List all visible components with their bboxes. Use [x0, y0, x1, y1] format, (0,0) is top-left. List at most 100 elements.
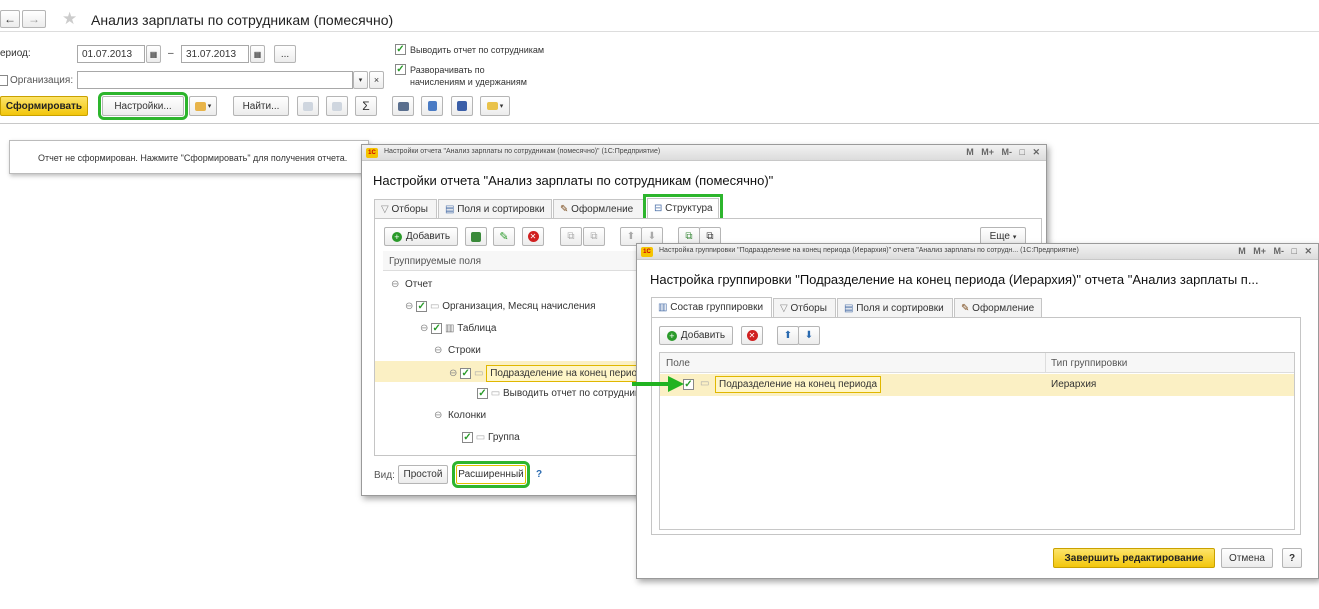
window-btn-m[interactable]: M [966, 147, 974, 157]
simple-view-button[interactable]: Простой [398, 465, 448, 484]
delete-button[interactable]: ✕ [522, 227, 544, 246]
tree-checkbox[interactable]: ✓ [431, 323, 443, 334]
window-btn-mplus[interactable]: M+ [981, 147, 994, 157]
grouping-icon: ▭ [475, 432, 486, 443]
grouping-move-down-button[interactable]: ⬇ [798, 326, 820, 345]
tab-fields-sorting[interactable]: ▤ Поля и сортировки [438, 199, 552, 218]
grouping-add-button[interactable]: + Добавить [659, 326, 733, 345]
maximize-icon[interactable]: □ [1292, 246, 1297, 256]
calendar-from-icon[interactable]: ▦ [146, 45, 161, 63]
tree-node-rows[interactable]: ⊖ Строки [434, 345, 481, 356]
view-label: Вид: [374, 470, 395, 481]
org-dropdown-icon[interactable]: ▾ [353, 71, 368, 89]
tab-appearance[interactable]: ✎ Оформление [553, 199, 644, 218]
tab-grouping-appearance[interactable]: ✎ Оформление [954, 298, 1042, 317]
expand-checkbox[interactable]: ✓ [395, 64, 406, 75]
tab-grouping-filters[interactable]: ▽ Отборы [773, 298, 836, 317]
tree-checkbox[interactable]: ✓ [460, 368, 472, 379]
forward-button[interactable]: → [22, 10, 46, 28]
grouping-help-button[interactable]: ? [1282, 548, 1302, 568]
grouping-window-buttons: M M+ M- □ ✕ [1233, 246, 1312, 257]
org-checkbox[interactable] [0, 75, 8, 86]
find-button[interactable]: Найти... [233, 96, 289, 116]
collapse-icon[interactable]: ⊖ [420, 323, 428, 334]
employees-checkbox-label: Выводить отчет по сотрудникам [410, 45, 545, 55]
maximize-icon[interactable]: □ [1020, 147, 1025, 157]
tab-structure[interactable]: ⊟ Структура [643, 194, 723, 222]
variants-button[interactable]: ▾ [189, 96, 217, 116]
settings-button[interactable]: Настройки... [98, 92, 188, 120]
tree-node-table[interactable]: ⊖ ✓ ▥ Таблица [420, 323, 496, 334]
window-btn-mminus[interactable]: M- [1273, 246, 1284, 256]
close-icon[interactable]: ✕ [1304, 246, 1312, 257]
window-btn-mplus[interactable]: M+ [1253, 246, 1266, 256]
employees-checkbox[interactable]: ✓ [395, 44, 406, 55]
tree-checkbox[interactable]: ✓ [477, 388, 488, 399]
collapse-icon[interactable]: ⊖ [391, 279, 399, 290]
tab-filters[interactable]: ▽ Отборы [374, 199, 437, 218]
date-from-input[interactable]: 01.07.2013 [77, 45, 145, 63]
collapse-icon[interactable]: ⊖ [405, 301, 413, 312]
sum-button[interactable]: Σ [355, 96, 377, 116]
collapse-icon[interactable]: ⊖ [434, 410, 442, 421]
send-button[interactable]: ▾ [480, 96, 510, 116]
tab-grouping-fields[interactable]: ▤ Поля и сортировки [837, 298, 953, 317]
row-grouping-type[interactable]: Иерархия [1051, 379, 1096, 390]
grouping-icon: ▭ [429, 301, 440, 312]
finish-editing-button[interactable]: Завершить редактирование [1053, 548, 1215, 568]
collapse-icon[interactable]: ⊖ [449, 368, 457, 379]
grouping-table-header: Поле Тип группировки [660, 353, 1294, 373]
back-button[interactable]: ← [0, 10, 20, 28]
add-group-icon [471, 231, 481, 242]
help-link[interactable]: ? [536, 469, 542, 480]
advanced-view-button[interactable]: Расширенный [452, 461, 530, 488]
generate-button[interactable]: Сформировать [0, 96, 88, 116]
collapse-groups-button[interactable] [326, 96, 348, 116]
tree-node-employees[interactable]: ✓ ▭ Выводить отчет по сотрудникам [477, 388, 652, 399]
tree-node-columns[interactable]: ⊖ Колонки [434, 410, 486, 421]
tree-node-report[interactable]: ⊖ Отчет [391, 279, 432, 290]
expand-groups-button[interactable] [297, 96, 319, 116]
expand-checkbox-label-1: Разворачивать по [410, 65, 485, 75]
print-button[interactable] [392, 96, 414, 116]
preview-button[interactable] [421, 96, 443, 116]
add-group-button[interactable] [465, 227, 487, 246]
grouping-table-row[interactable]: ✓ ▭ Подразделение на конец периода Иерар… [660, 374, 1294, 396]
report-message: Отчет не сформирован. Нажмите "Сформиров… [38, 153, 348, 163]
add-button[interactable]: + Добавить [384, 227, 458, 246]
tree-node-org-month[interactable]: ⊖ ✓ ▭ Организация, Месяц начисления [405, 301, 596, 312]
tab-grouping-composition[interactable]: ▥ Состав группировки [651, 297, 772, 317]
row-field-value[interactable]: Подразделение на конец периода [715, 376, 882, 393]
department-field[interactable]: Подразделение на конец периода [486, 365, 653, 382]
date-to-input[interactable]: 31.07.2013 [181, 45, 249, 63]
tree-node-group[interactable]: ✓ ▭ Группа [462, 432, 520, 443]
collapse-icon[interactable]: ⊖ [434, 345, 442, 356]
period-select-button[interactable]: ... [274, 45, 296, 63]
tree-node-department[interactable]: ⊖ ✓ ▭ Подразделение на конец периода [449, 365, 653, 382]
tree-checkbox[interactable]: ✓ [462, 432, 473, 443]
window-btn-m[interactable]: M [1238, 246, 1246, 256]
paste-button[interactable]: ⧉ [583, 227, 605, 246]
calendar-to-icon[interactable]: ▦ [250, 45, 265, 63]
org-clear-icon[interactable]: × [369, 71, 384, 89]
grouping-delete-button[interactable]: ✕ [741, 326, 763, 345]
close-icon[interactable]: ✕ [1032, 147, 1040, 158]
window-btn-mminus[interactable]: M- [1001, 147, 1012, 157]
grouping-heading: Настройка группировки "Подразделение на … [650, 272, 1259, 287]
add-icon: + [666, 330, 677, 341]
grouping-move-up-button[interactable]: ⬆ [777, 326, 799, 345]
org-input[interactable] [77, 71, 353, 89]
cancel-button[interactable]: Отмена [1221, 548, 1273, 568]
fields-icon: ▤ [844, 303, 854, 314]
report-area-divider [0, 123, 1319, 124]
grouping-icon: ▭ [490, 388, 501, 399]
copy-button[interactable]: ⧉ [560, 227, 582, 246]
edit-button[interactable]: ✎ [493, 227, 515, 246]
tree-column-header: Группируемые поля [389, 256, 482, 267]
tree-checkbox[interactable]: ✓ [416, 301, 428, 312]
save-button[interactable] [451, 96, 473, 116]
expand-checkbox-label-2: начислениям и удержаниям [410, 77, 527, 87]
grouping-icon: ▭ [700, 378, 710, 389]
grouping-table: Поле Тип группировки ✓ ▭ Подразделение н… [659, 352, 1295, 530]
favorite-star-icon[interactable]: ★ [62, 9, 77, 29]
